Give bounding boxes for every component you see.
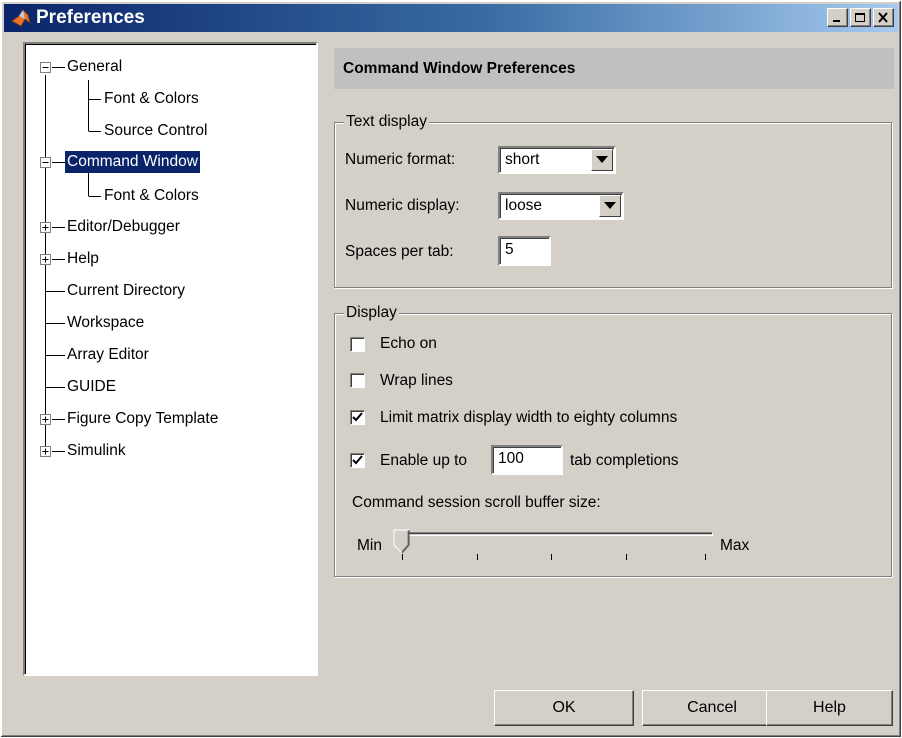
numeric-display-dropdown[interactable]: loose	[498, 192, 624, 220]
slider-tick	[705, 554, 706, 560]
close-icon	[878, 12, 888, 23]
limit-width-label[interactable]: Limit matrix display width to eighty col…	[380, 408, 677, 428]
numeric-display-dropdown-button[interactable]	[599, 195, 621, 217]
numeric-format-label: Numeric format:	[345, 151, 456, 168]
checkmark-icon	[352, 412, 363, 422]
slider-tick	[626, 554, 627, 560]
echo-on-label[interactable]: Echo on	[380, 334, 437, 354]
tree-item-source-control[interactable]: Source Control	[102, 120, 209, 142]
preferences-window: Preferences General Font & Colors Source…	[0, 0, 902, 738]
numeric-format-dropdown[interactable]: short	[498, 146, 616, 174]
scroll-buffer-slider-thumb[interactable]	[393, 529, 413, 555]
checkmark-icon	[352, 455, 363, 465]
numeric-display-value: loose	[505, 197, 543, 214]
window-title: Preferences	[36, 7, 145, 28]
tree-item-workspace[interactable]: Workspace	[65, 312, 146, 334]
title-bar[interactable]: Preferences	[4, 4, 898, 32]
wrap-lines-label[interactable]: Wrap lines	[380, 371, 453, 391]
maximize-button[interactable]	[850, 8, 871, 27]
preferences-tree[interactable]: General Font & Colors Source Control Com…	[23, 42, 318, 676]
scroll-buffer-label: Command session scroll buffer size:	[352, 494, 601, 511]
close-button[interactable]	[873, 8, 894, 27]
tab-completions-input[interactable]: 100	[491, 445, 563, 475]
tab-completions-label: tab completions	[570, 452, 679, 469]
enable-up-to-label[interactable]: Enable up to	[380, 451, 467, 471]
maximize-icon	[855, 13, 865, 22]
display-group-title: Display	[344, 304, 399, 322]
numeric-format-value: short	[505, 151, 540, 168]
chevron-down-icon	[596, 156, 608, 163]
minimize-button[interactable]	[827, 8, 848, 27]
slider-tick	[551, 554, 552, 560]
tree-item-current-directory[interactable]: Current Directory	[65, 280, 187, 302]
text-display-group-title: Text display	[344, 113, 429, 131]
tree-item-guide[interactable]: GUIDE	[65, 376, 118, 398]
wrap-lines-checkbox[interactable]	[350, 373, 365, 388]
tree-item-help[interactable]: Help	[65, 248, 101, 270]
slider-min-label: Min	[357, 537, 382, 554]
spaces-per-tab-input[interactable]: 5	[498, 236, 551, 266]
tree-item-array-editor[interactable]: Array Editor	[65, 344, 151, 366]
help-button[interactable]: Help	[766, 690, 893, 726]
matlab-logo-icon	[11, 9, 31, 27]
ok-button[interactable]: OK	[494, 690, 634, 726]
enable-tab-completions-checkbox[interactable]	[350, 453, 365, 468]
tree-item-general[interactable]: General	[65, 56, 124, 78]
minimize-icon	[833, 20, 840, 22]
cancel-button[interactable]: Cancel	[642, 690, 782, 726]
numeric-display-label: Numeric display:	[345, 197, 460, 214]
slider-tick	[477, 554, 478, 560]
slider-tick	[402, 554, 403, 560]
numeric-format-dropdown-button[interactable]	[591, 149, 613, 171]
echo-on-checkbox[interactable]	[350, 337, 365, 352]
tree-item-figure-copy-template[interactable]: Figure Copy Template	[65, 408, 220, 430]
chevron-down-icon	[604, 202, 616, 209]
tree-item-general-font-colors[interactable]: Font & Colors	[102, 88, 201, 110]
spaces-per-tab-label: Spaces per tab:	[345, 243, 454, 260]
tree-item-command-window-font-colors[interactable]: Font & Colors	[102, 185, 201, 207]
tree-item-simulink[interactable]: Simulink	[65, 440, 128, 462]
scroll-buffer-slider-track[interactable]	[405, 532, 713, 536]
tree-item-editor-debugger[interactable]: Editor/Debugger	[65, 216, 182, 238]
slider-max-label: Max	[720, 537, 750, 554]
limit-width-checkbox[interactable]	[350, 410, 365, 425]
panel-title: Command Window Preferences	[334, 48, 894, 89]
tree-item-command-window[interactable]: Command Window	[65, 151, 200, 173]
